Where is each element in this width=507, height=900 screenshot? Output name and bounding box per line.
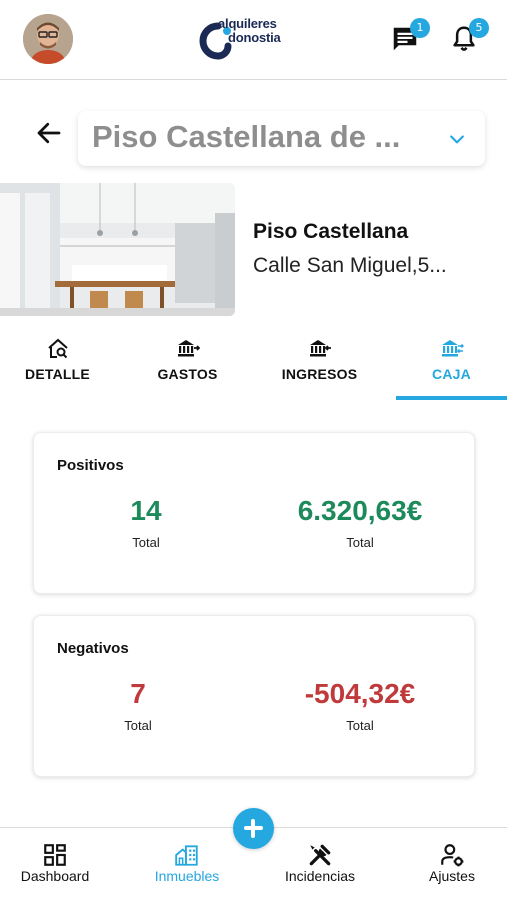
messages-badge: 1 [410,18,430,38]
property-photo[interactable] [0,183,235,316]
nav-incidencias-label: Incidencias [284,868,356,884]
negativos-count: 7 [130,678,146,709]
tab-gastos[interactable]: GASTOS [130,333,245,401]
nav-ajustes-label: Ajustes [429,868,475,884]
negativos-count-stat: 7 Total [48,678,228,733]
nav-incidencias[interactable]: Incidencias [265,828,375,900]
nav-dashboard[interactable]: Dashboard [0,828,110,900]
positivos-count-label: Total [132,535,160,550]
buildings-icon [175,845,198,866]
logo-text-line1: alquileres [218,16,277,31]
property-address: Calle San Miguel,5... [253,254,447,277]
chevron-down-icon [450,135,464,144]
tab-gastos-label: GASTOS [157,366,218,382]
negativos-card: Negativos 7 Total -504,32€ Total [33,615,475,777]
top-bar: alquileres donostia 1 5 [0,0,507,80]
positivos-card: Positivos 14 Total 6.320,63€ Total [33,432,475,594]
tab-ingresos[interactable]: INGRESOS [262,333,377,401]
positivos-count: 14 [130,495,162,526]
tab-detalle-label: DETALLE [25,366,90,382]
brand-logo[interactable]: alquileres donostia [198,14,308,66]
plus-icon-vertical [251,819,255,838]
tab-detalle[interactable]: DETALLE [0,333,115,401]
property-select[interactable]: Piso Castellana de ... [78,111,485,166]
messages-button[interactable]: 1 [390,18,430,58]
positivos-count-stat: 14 Total [56,495,236,550]
user-settings-icon [441,844,464,867]
bank-transfer-icon [441,340,464,357]
tab-caja[interactable]: CAJA [396,333,507,401]
kitchen-photo [0,183,235,316]
tools-icon [309,844,331,866]
tab-ingresos-label: INGRESOS [281,366,358,382]
negativos-amount: -504,32€ [304,678,416,709]
positivos-amount-label: Total [346,535,374,550]
positivos-amount-stat: 6.320,63€ Total [270,495,450,550]
back-button[interactable] [34,118,64,148]
bank-in-icon [309,340,331,357]
negativos-amount-label: Total [346,718,374,733]
arrow-left-icon [37,122,61,144]
home-search-icon [47,338,68,359]
negativos-amount-stat: -504,32€ Total [270,678,450,733]
notifications-button[interactable]: 5 [449,18,489,58]
active-tab-indicator [396,396,507,400]
tab-caja-label: CAJA [432,366,471,382]
avatar[interactable] [23,14,73,64]
logo-text-line2: donostia [228,30,281,45]
dashboard-icon [44,844,66,866]
bank-out-icon [177,340,200,357]
negativos-count-label: Total [124,718,152,733]
nav-dashboard-label: Dashboard [20,868,90,884]
positivos-amount: 6.320,63€ [297,495,423,526]
property-name: Piso Castellana [253,220,409,243]
positivos-title: Positivos [57,457,124,474]
property-select-value: Piso Castellana de ... [92,119,401,154]
avatar-image [23,14,73,64]
nav-ajustes[interactable]: Ajustes [397,828,507,900]
nav-inmuebles-label: Inmuebles [154,868,220,884]
nav-inmuebles[interactable]: Inmuebles [132,828,242,900]
add-button[interactable] [233,808,274,849]
property-tabs: DETALLE GASTOS INGRESOS CAJA [0,333,507,401]
negativos-title: Negativos [57,640,129,657]
notifications-badge: 5 [469,18,489,38]
